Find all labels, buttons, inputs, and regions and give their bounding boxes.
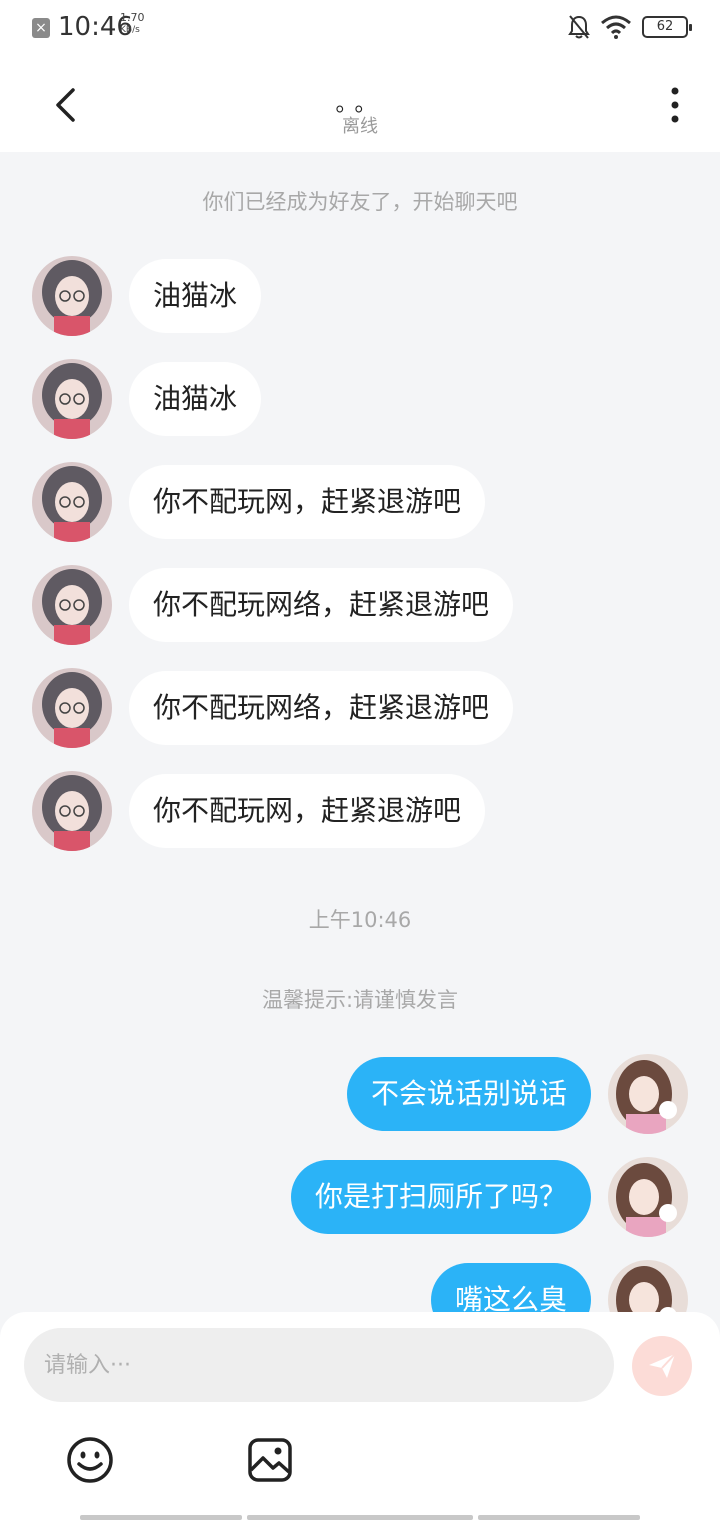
- more-vertical-icon: [671, 87, 679, 123]
- avatar[interactable]: [32, 462, 112, 542]
- message-received: 油猫冰: [32, 256, 432, 336]
- message-received: 你不配玩网，赶紧退游吧: [32, 462, 532, 542]
- message-sent: 不会说话别说话: [288, 1054, 688, 1134]
- chat-header: 。。 离线: [0, 56, 720, 152]
- message-bubble[interactable]: 油猫冰: [129, 362, 262, 436]
- message-bubble[interactable]: 油猫冰: [129, 259, 262, 333]
- message-bubble[interactable]: 你不配玩网，赶紧退游吧: [129, 465, 486, 539]
- avatar[interactable]: [32, 565, 112, 645]
- message-bubble[interactable]: 你不配玩网，赶紧退游吧: [129, 774, 486, 848]
- message-sent: 你是打扫厕所了吗？: [238, 1157, 688, 1237]
- avatar[interactable]: [32, 256, 112, 336]
- message-bubble[interactable]: 你不配玩网络，赶紧退游吧: [129, 671, 514, 745]
- emoji-button[interactable]: [66, 1436, 114, 1484]
- composer: [0, 1312, 720, 1520]
- message-received: 油猫冰: [32, 359, 432, 439]
- status-bar: × 10:46 1.70 KB/s 62: [0, 0, 720, 56]
- bell-off-icon: [568, 15, 590, 39]
- avatar[interactable]: [32, 668, 112, 748]
- avatar[interactable]: [32, 771, 112, 851]
- nav-bar-segment: [478, 1515, 640, 1520]
- message-bubble[interactable]: 不会说话别说话: [346, 1057, 591, 1131]
- paper-plane-icon: [649, 1353, 676, 1378]
- message-received: 你不配玩网，赶紧退游吧: [32, 771, 532, 851]
- image-button[interactable]: [246, 1436, 294, 1484]
- wifi-icon: [601, 15, 631, 39]
- online-status: 离线: [342, 116, 378, 137]
- message-input[interactable]: [24, 1328, 614, 1402]
- message-bubble[interactable]: 你不配玩网络，赶紧退游吧: [129, 568, 514, 642]
- more-button[interactable]: [660, 82, 690, 128]
- avatar[interactable]: [608, 1157, 688, 1237]
- notification-icon: ×: [32, 18, 50, 38]
- status-icons: 62: [568, 14, 692, 40]
- network-speed-unit: KB/s: [120, 25, 140, 35]
- network-speed-value: 1.70: [120, 11, 145, 24]
- avatar[interactable]: [32, 359, 112, 439]
- send-button[interactable]: [632, 1336, 692, 1396]
- battery-icon: 62: [642, 16, 692, 38]
- nav-bar-segment: [80, 1515, 242, 1520]
- message-bubble[interactable]: 你是打扫厕所了吗？: [290, 1160, 591, 1234]
- image-icon: [248, 1438, 292, 1482]
- network-speed: 1.70 KB/s: [120, 12, 145, 36]
- nav-bar-segment: [247, 1515, 473, 1520]
- message-received: 你不配玩网络，赶紧退游吧: [32, 565, 552, 645]
- warning-notice: 温馨提示:请谨慎发言: [261, 988, 459, 1012]
- message-received: 你不配玩网络，赶紧退游吧: [32, 668, 552, 748]
- message-timestamp: 上午10:46: [308, 908, 412, 932]
- friend-added-notice: 你们已经成为好友了，开始聊天吧: [202, 190, 518, 214]
- avatar[interactable]: [608, 1054, 688, 1134]
- smiley-icon: [67, 1437, 113, 1483]
